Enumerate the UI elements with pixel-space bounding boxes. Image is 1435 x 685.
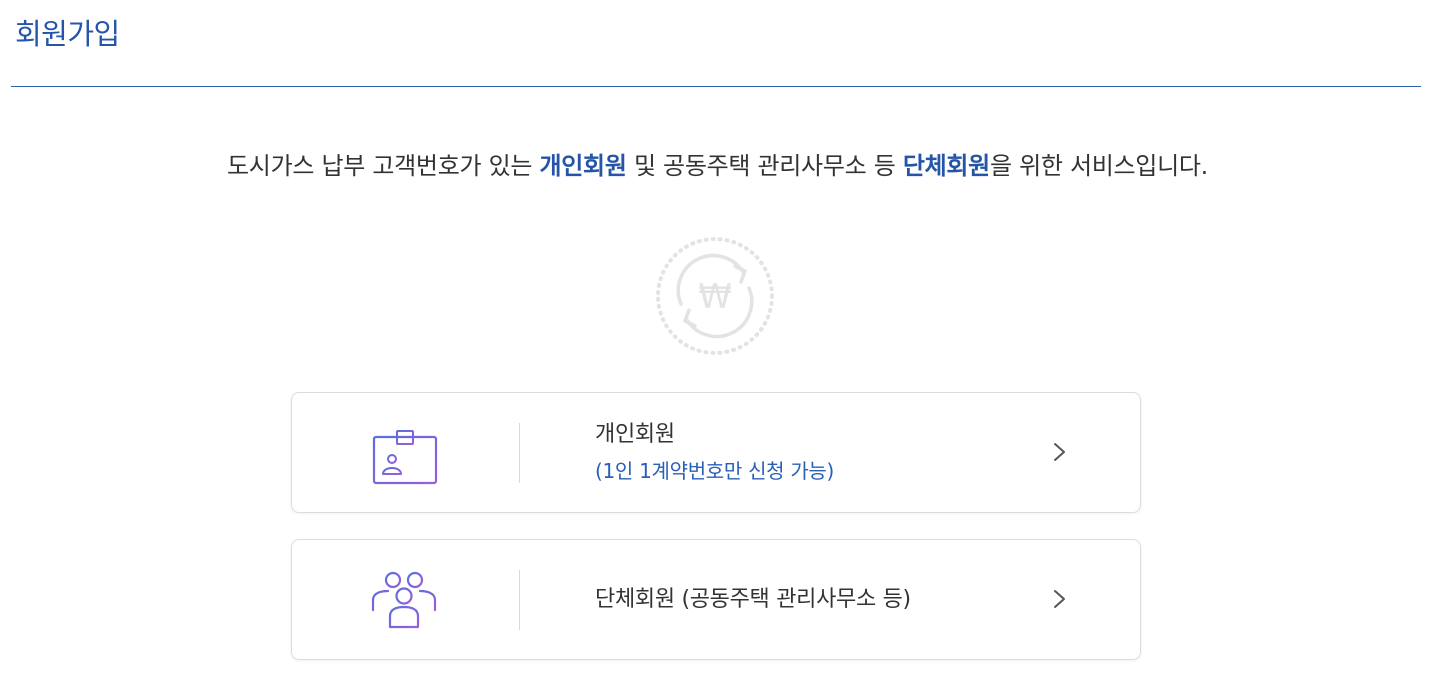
group-icon	[364, 562, 440, 638]
personal-member-card[interactable]: 개인회원 (1인 1계약번호만 신청 가능)	[291, 392, 1141, 513]
signup-page: 회원가입 도시가스 납부 고객번호가 있는 개인회원 및 공동주택 관리사무소 …	[0, 0, 1435, 685]
page-title: 회원가입	[15, 17, 120, 51]
id-card-icon	[364, 415, 440, 491]
chevron-right-icon	[1047, 439, 1071, 465]
intro-highlight-personal: 개인회원	[539, 152, 627, 180]
intro-part-3: 을 위한 서비스입니다.	[989, 152, 1208, 180]
intro-highlight-group: 단체회원	[902, 152, 990, 180]
personal-member-sublabel: (1인 1계약번호만 신청 가능)	[595, 459, 835, 483]
card-divider	[519, 570, 520, 630]
intro-part-1: 도시가스 납부 고객번호가 있는	[227, 152, 540, 180]
card-divider	[519, 423, 520, 483]
intro-text: 도시가스 납부 고객번호가 있는 개인회원 및 공동주택 관리사무소 등 단체회…	[0, 146, 1435, 186]
group-member-label: 단체회원 (공동주택 관리사무소 등)	[595, 587, 911, 612]
personal-member-label: 개인회원	[595, 422, 675, 447]
group-member-card[interactable]: 단체회원 (공동주택 관리사무소 등)	[291, 539, 1141, 660]
intro-part-2: 및 공동주택 관리사무소 등	[626, 152, 903, 180]
title-divider	[11, 86, 1421, 87]
chevron-right-icon	[1047, 586, 1071, 612]
won-refresh-icon: ₩	[655, 236, 775, 356]
won-symbol: ₩	[698, 277, 732, 317]
